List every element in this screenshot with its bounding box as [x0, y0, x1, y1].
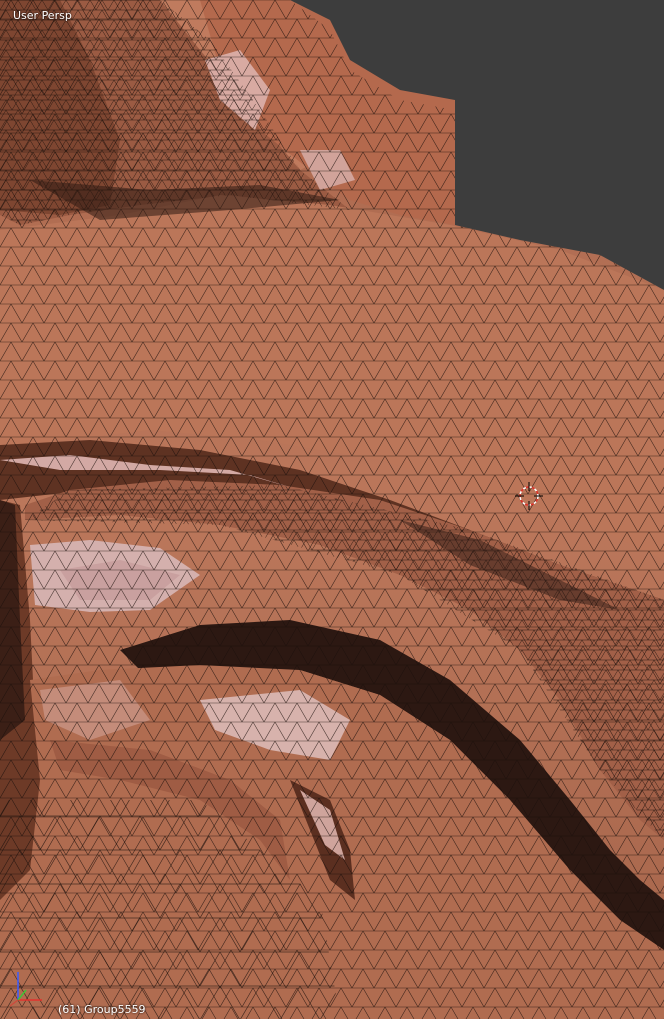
3d-viewport[interactable]: User Persp (61) Group5559 [0, 0, 664, 1019]
view-label: User Persp [13, 9, 72, 22]
object-info-label: (61) Group5559 [58, 1003, 146, 1016]
axis-gizmo-icon [9, 972, 42, 1007]
3d-cursor-icon[interactable] [515, 482, 543, 510]
mesh-render[interactable] [0, 0, 664, 1019]
